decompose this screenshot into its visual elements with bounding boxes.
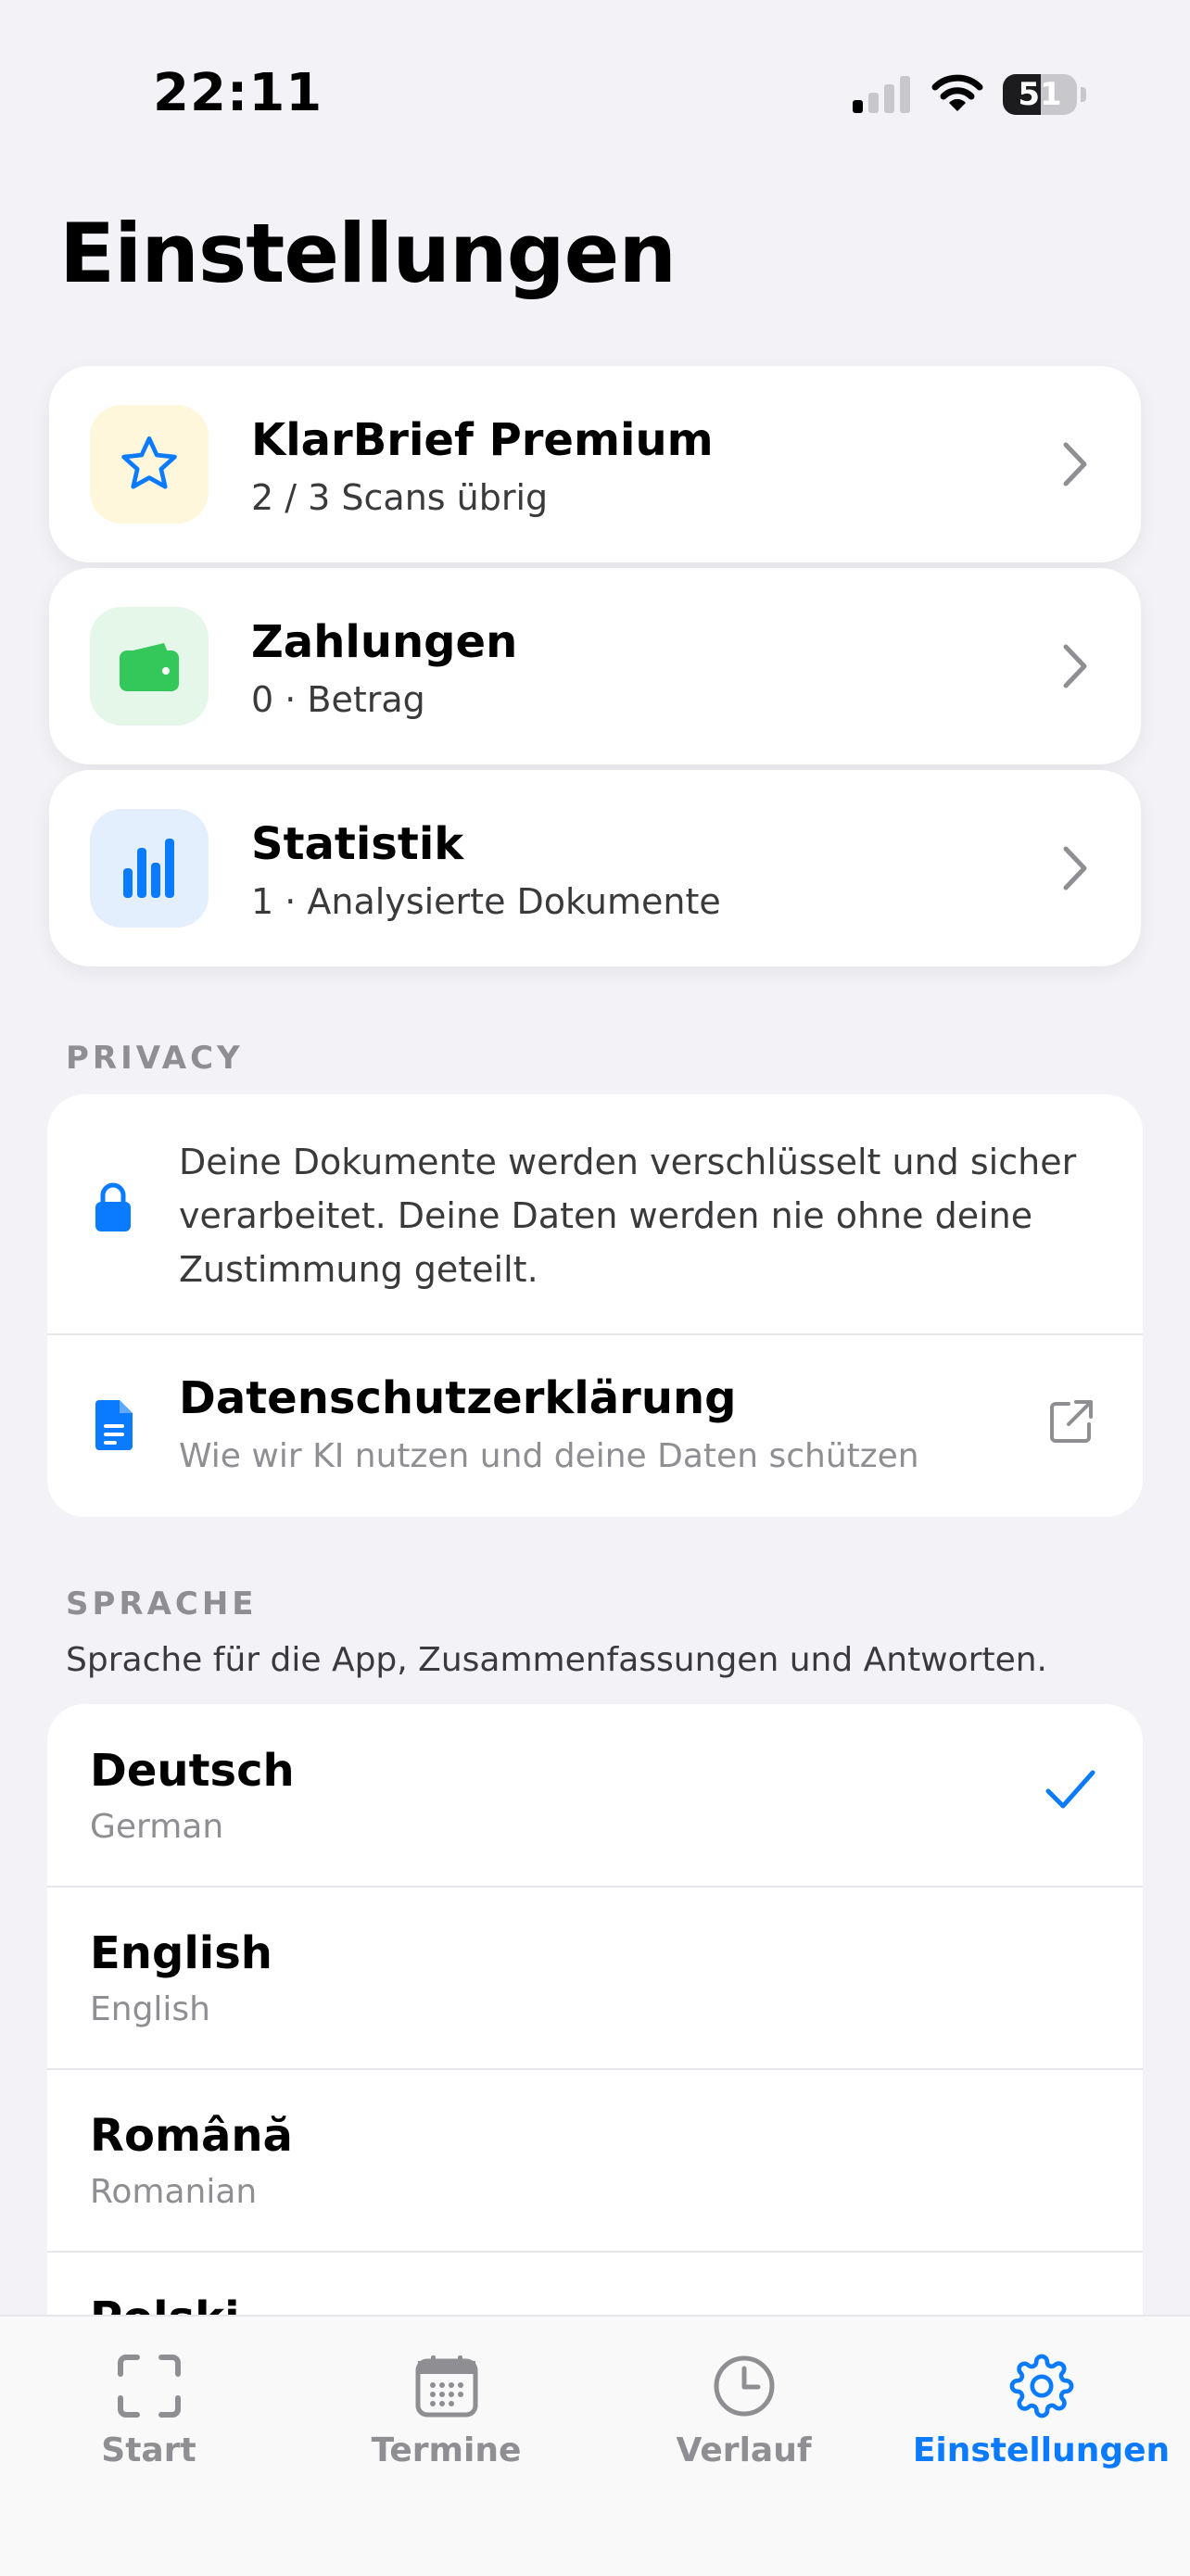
- checkmark-icon: [1045, 1770, 1095, 1809]
- chevron-right-icon: [1063, 442, 1087, 486]
- premium-card[interactable]: KlarBrief Premium 2 / 3 Scans übrig: [49, 366, 1141, 562]
- privacy-group: Deine Dokumente werden verschlüsselt und…: [47, 1094, 1143, 1517]
- wifi-icon: [931, 74, 983, 111]
- chevron-right-icon: [1063, 846, 1087, 890]
- privacy-policy-subtitle: Wie wir KI nutzen und deine Daten schütz…: [179, 1437, 919, 1475]
- chevron-right-icon: [1063, 644, 1087, 688]
- bar-chart-icon: [123, 839, 174, 898]
- gear-icon: [1009, 2354, 1074, 2418]
- statistics-subtitle: 1 · Analysierte Dokumente: [251, 881, 721, 922]
- star-icon: [121, 436, 177, 489]
- premium-icon-tile: [90, 405, 209, 524]
- language-description: Sprache für die App, Zusammenfassungen u…: [66, 1641, 1047, 1679]
- privacy-policy-row[interactable]: [47, 1335, 1143, 1517]
- tab-start[interactable]: Start: [0, 2317, 298, 2576]
- tab-termine[interactable]: Termine: [298, 2317, 595, 2576]
- statistics-title: Statistik: [251, 818, 464, 870]
- calendar-icon: [415, 2355, 478, 2418]
- privacy-header: PRIVACY: [66, 1040, 244, 1077]
- tab-verlauf[interactable]: Verlauf: [595, 2317, 892, 2576]
- language-name: English: [90, 1927, 272, 1979]
- tab-bar: Start Termine Verlauf Einstellungen: [0, 2315, 1190, 2576]
- language-option-deutsch[interactable]: Deutsch German: [47, 1704, 1143, 1886]
- privacy-policy-title: Datenschutzerklärung: [179, 1372, 737, 1424]
- clock-icon: [714, 2355, 775, 2417]
- tab-label: Termine: [371, 2431, 522, 2469]
- wallet-icon: [120, 643, 179, 691]
- document-icon: [95, 1400, 133, 1450]
- payments-title: Zahlungen: [251, 616, 518, 668]
- external-link-icon: [1050, 1400, 1093, 1443]
- statistics-card[interactable]: Statistik 1 · Analysierte Dokumente: [49, 770, 1141, 966]
- premium-title: KlarBrief Premium: [251, 414, 714, 466]
- lock-icon: [95, 1182, 131, 1231]
- language-header: SPRACHE: [66, 1585, 258, 1623]
- language-list: Deutsch German English English Română Ro…: [47, 1704, 1143, 2353]
- tab-einstellungen[interactable]: Einstellungen: [892, 2317, 1190, 2576]
- tab-label: Verlauf: [676, 2431, 812, 2469]
- premium-subtitle: 2 / 3 Scans übrig: [251, 477, 549, 518]
- language-option-english[interactable]: English English: [47, 1887, 1143, 2068]
- status-time: 22:11: [153, 63, 323, 123]
- payments-card[interactable]: Zahlungen 0 · Betrag: [49, 568, 1141, 764]
- payments-icon-tile: [90, 607, 209, 726]
- privacy-text: Deine Dokumente werden verschlüsselt und…: [179, 1142, 1077, 1290]
- tab-label: Start: [101, 2431, 196, 2469]
- language-native-name: German: [90, 1808, 224, 1846]
- signal-icon: [853, 76, 910, 113]
- language-native-name: Romanian: [90, 2173, 258, 2211]
- language-name: Română: [90, 2110, 293, 2162]
- language-option-romana[interactable]: Română Romanian: [47, 2069, 1143, 2251]
- language-name: Deutsch: [90, 1745, 295, 1797]
- tab-label: Einstellungen: [912, 2431, 1171, 2469]
- language-native-name: English: [90, 1990, 210, 2028]
- battery-level: 51: [1018, 76, 1062, 113]
- page-title: Einstellungen: [59, 206, 677, 301]
- payments-subtitle: 0 · Betrag: [251, 679, 425, 720]
- statistics-icon-tile: [90, 809, 209, 928]
- scan-icon: [118, 2355, 181, 2418]
- battery-icon: 51: [1003, 74, 1086, 115]
